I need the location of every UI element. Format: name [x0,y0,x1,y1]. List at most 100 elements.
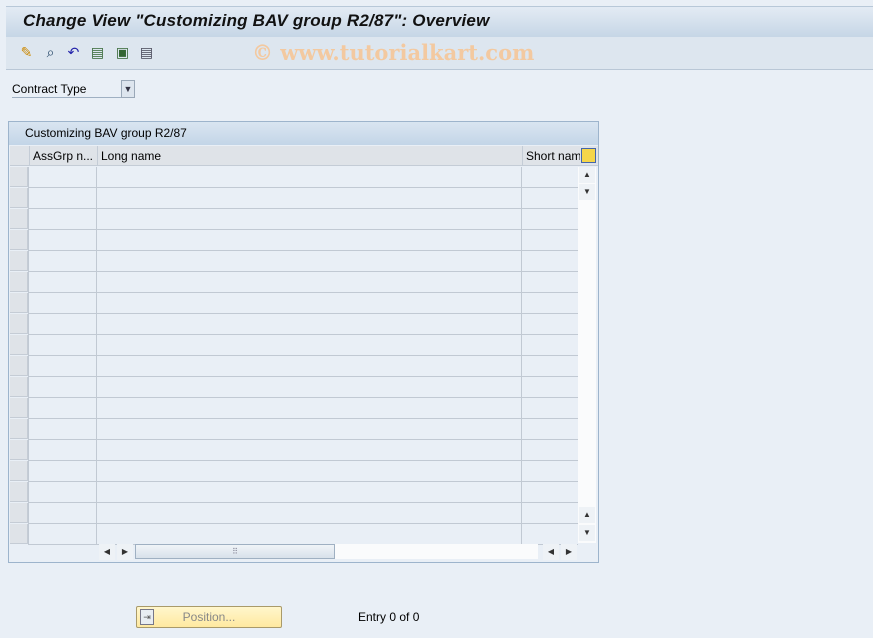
row-selector[interactable] [10,209,28,229]
cell-short-name[interactable] [521,398,578,419]
cell-long-name[interactable] [96,230,521,251]
table-row[interactable] [10,398,578,419]
cell-assgrp[interactable] [28,377,96,398]
cell-assgrp[interactable] [28,461,96,482]
cell-short-name[interactable] [521,419,578,440]
cell-long-name[interactable] [96,419,521,440]
cell-short-name[interactable] [521,188,578,209]
cell-assgrp[interactable] [28,356,96,377]
cell-long-name[interactable] [96,272,521,293]
table-row[interactable] [10,524,578,545]
scroll-up-icon[interactable]: ▲ [579,167,595,183]
cell-short-name[interactable] [521,167,578,188]
contract-type-dropdown[interactable]: ▼ [121,80,135,98]
cell-long-name[interactable] [96,167,521,188]
row-selector[interactable] [10,524,28,544]
table-row[interactable] [10,314,578,335]
cell-short-name[interactable] [521,461,578,482]
select-all-icon[interactable]: ▤ [89,44,106,61]
scroll-left-end-icon[interactable]: ◀ [543,544,559,560]
cell-assgrp[interactable] [28,230,96,251]
row-selector[interactable] [10,167,28,187]
cell-long-name[interactable] [96,461,521,482]
cell-assgrp[interactable] [28,419,96,440]
cell-long-name[interactable] [96,377,521,398]
table-row[interactable] [10,377,578,398]
cell-assgrp[interactable] [28,398,96,419]
column-header-assgrp[interactable]: AssGrp n... [29,146,97,166]
row-selector[interactable] [10,251,28,271]
cell-assgrp[interactable] [28,314,96,335]
scroll-right-icon[interactable]: ▶ [117,544,133,560]
scroll-track[interactable] [335,544,538,559]
row-selector[interactable] [10,377,28,397]
table-row[interactable] [10,356,578,377]
table-row[interactable] [10,293,578,314]
cell-long-name[interactable] [96,251,521,272]
column-header-short-name[interactable]: Short nam [522,146,580,166]
cell-short-name[interactable] [521,503,578,524]
cell-assgrp[interactable] [28,251,96,272]
row-selector[interactable] [10,419,28,439]
cell-long-name[interactable] [96,503,521,524]
undo-icon[interactable]: ↶ [65,44,82,61]
cell-long-name[interactable] [96,356,521,377]
cell-short-name[interactable] [521,230,578,251]
table-row[interactable] [10,482,578,503]
cell-long-name[interactable] [96,398,521,419]
select-all-rows-button[interactable] [10,146,29,166]
scroll-right-end-icon[interactable]: ▶ [561,544,577,560]
cell-long-name[interactable] [96,209,521,230]
cell-assgrp[interactable] [28,335,96,356]
table-settings-icon[interactable] [581,148,596,163]
cell-short-name[interactable] [521,293,578,314]
table-row[interactable] [10,272,578,293]
deselect-all-icon[interactable]: ▤ [138,44,155,61]
position-button[interactable]: ⇥ Position... [136,606,282,628]
cell-long-name[interactable] [96,482,521,503]
cell-short-name[interactable] [521,482,578,503]
row-selector[interactable] [10,230,28,250]
row-selector[interactable] [10,293,28,313]
cell-assgrp[interactable] [28,440,96,461]
cell-short-name[interactable] [521,272,578,293]
row-selector[interactable] [10,482,28,502]
table-row[interactable] [10,461,578,482]
cell-assgrp[interactable] [28,167,96,188]
cell-long-name[interactable] [96,293,521,314]
cell-short-name[interactable] [521,335,578,356]
row-selector[interactable] [10,335,28,355]
cell-short-name[interactable] [521,251,578,272]
table-row[interactable] [10,503,578,524]
vertical-scrollbar[interactable]: ▲ ▼ ▲ ▼ [578,167,596,543]
cell-short-name[interactable] [521,440,578,461]
horizontal-scrollbar[interactable]: ◀ ▶ ⠿ ◀ ▶ [97,543,577,560]
table-row[interactable] [10,167,578,188]
row-selector[interactable] [10,188,28,208]
cell-long-name[interactable] [96,314,521,335]
scroll-page-down-icon[interactable]: ▼ [579,525,595,541]
cell-short-name[interactable] [521,209,578,230]
select-icon[interactable]: ⌕ [42,44,59,61]
cell-assgrp[interactable] [28,188,96,209]
cell-short-name[interactable] [521,524,578,545]
cell-long-name[interactable] [96,188,521,209]
cell-short-name[interactable] [521,356,578,377]
scroll-down-icon[interactable]: ▼ [579,184,595,200]
table-row[interactable] [10,188,578,209]
row-selector[interactable] [10,356,28,376]
cell-assgrp[interactable] [28,503,96,524]
row-selector[interactable] [10,440,28,460]
row-selector[interactable] [10,461,28,481]
cell-assgrp[interactable] [28,293,96,314]
cell-assgrp[interactable] [28,524,96,545]
table-row[interactable] [10,419,578,440]
cell-assgrp[interactable] [28,209,96,230]
display-change-icon[interactable]: ✎ [18,44,35,61]
cell-long-name[interactable] [96,440,521,461]
scroll-thumb[interactable]: ⠿ [135,544,335,559]
row-selector[interactable] [10,398,28,418]
cell-long-name[interactable] [96,524,521,545]
table-row[interactable] [10,251,578,272]
cell-short-name[interactable] [521,314,578,335]
